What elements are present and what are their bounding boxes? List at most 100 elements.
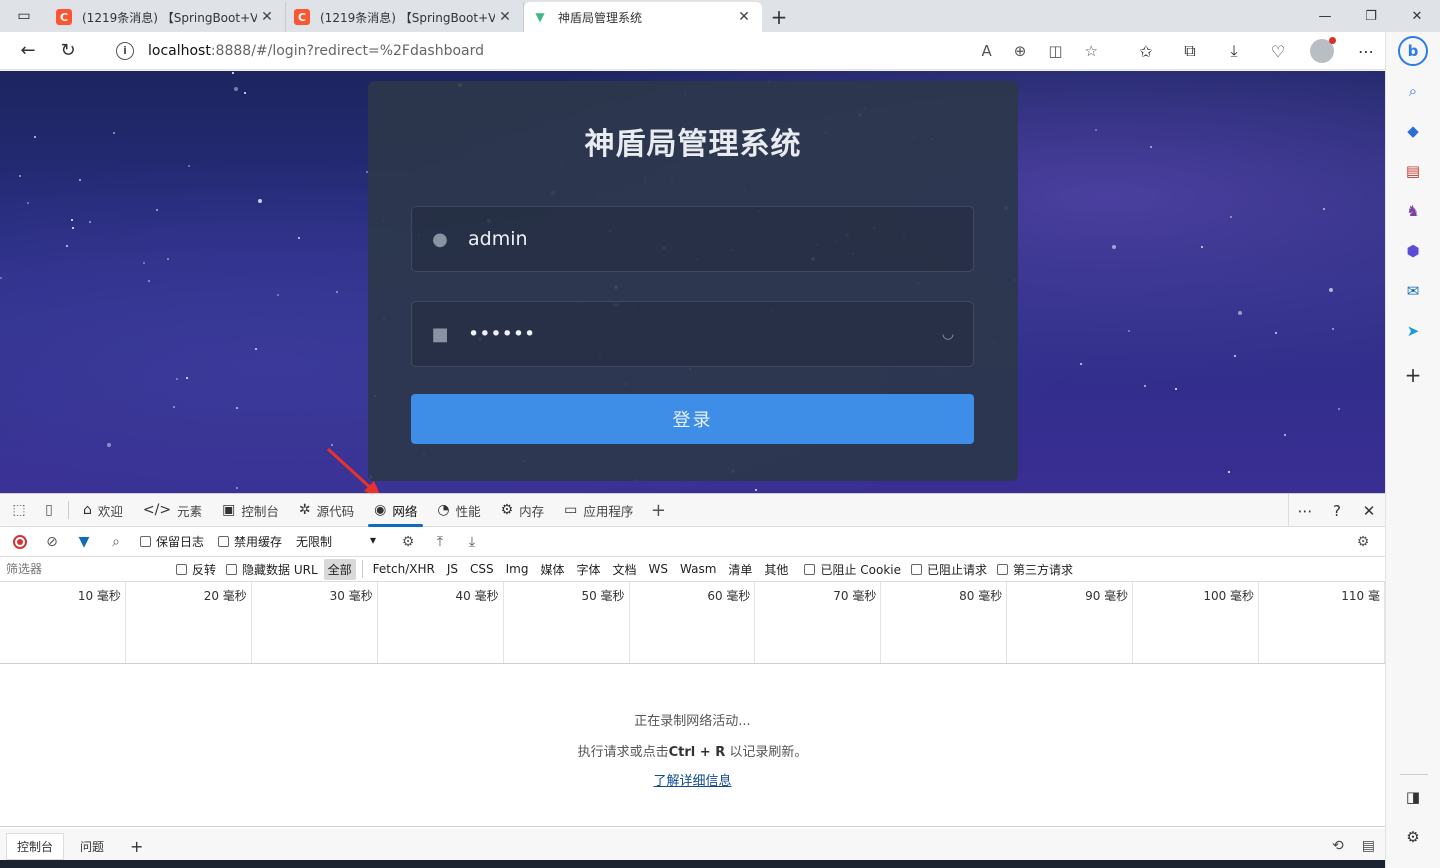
read-aloud-icon[interactable]: A <box>982 42 992 60</box>
username-field[interactable]: ● admin <box>411 206 974 272</box>
password-value[interactable]: •••••• <box>468 323 923 345</box>
refresh-button[interactable]: ↻ <box>48 35 88 67</box>
preserve-log-checkbox[interactable]: 保留日志 <box>140 533 204 550</box>
address-bar[interactable]: i localhost:8888/#/login?redirect=%2Fdas… <box>100 35 1110 66</box>
add-tool-icon[interactable]: + <box>643 500 673 521</box>
close-devtools-icon[interactable]: ✕ <box>1353 502 1385 520</box>
devtools-tab-network[interactable]: ◉ 网络 <box>364 494 427 527</box>
filter-icon[interactable]: ▼ <box>70 530 98 554</box>
drop-icon[interactable]: ➤ <box>1400 318 1426 344</box>
search-icon[interactable]: ⌕ <box>102 530 130 554</box>
browser-tab-3[interactable]: ▼ 神盾局管理系统 ✕ <box>524 2 762 32</box>
username-value[interactable]: admin <box>468 228 973 250</box>
clear-icon[interactable]: ⊘ <box>38 530 66 554</box>
close-tab-icon[interactable]: ✕ <box>495 9 515 25</box>
games-icon[interactable]: ♞ <box>1400 198 1426 224</box>
downloads-icon[interactable]: ⤓ <box>1212 41 1256 61</box>
site-info-icon[interactable]: i <box>116 41 134 60</box>
devtools-tab-sources[interactable]: ✲ 源代码 <box>289 494 364 527</box>
network-timeline-overview[interactable]: 10 毫秒 20 毫秒 30 毫秒 40 毫秒 50 毫秒 60 毫秒 70 毫秒 80 毫秒… <box>0 582 1385 664</box>
network-conditions-icon[interactable]: ⚙ <box>394 530 422 554</box>
devtools-tab-performance[interactable]: ◔ 性能 <box>427 494 490 527</box>
timeline-tick: 60 毫秒 <box>630 582 756 663</box>
filter-input[interactable] <box>0 556 170 582</box>
import-har-icon[interactable]: ⤒ <box>426 530 454 554</box>
performance-icon[interactable]: ♡ <box>1256 42 1300 61</box>
outlook-icon[interactable]: ✉ <box>1400 278 1426 304</box>
password-field[interactable]: ■ •••••• ◡ <box>411 301 974 367</box>
checkbox-box <box>804 563 816 575</box>
tab-actions-button[interactable]: ▭ <box>0 0 48 32</box>
devtools-tab-elements[interactable]: </> 元素 <box>133 494 212 527</box>
browser-tab-2[interactable]: C (1219条消息) 【SpringBoot+Vue ✕ <box>286 2 524 32</box>
toolbar-right: ✩ ⧉ ⤓ ♡ ⋯ <box>1124 32 1388 70</box>
invert-checkbox[interactable]: 反转 <box>176 561 216 578</box>
restore-icon[interactable]: ❐ <box>1348 0 1394 32</box>
device-emulation-icon[interactable]: ▯ <box>34 502 64 518</box>
help-icon[interactable]: ? <box>1321 502 1353 520</box>
devtools-tab-console[interactable]: ▣ 控制台 <box>212 494 289 527</box>
hide-data-urls-checkbox[interactable]: 隐藏数据 URL <box>226 561 318 578</box>
throttle-select[interactable]: 无限制 ▾ <box>296 533 376 550</box>
eye-closed-icon[interactable]: ◡ <box>923 326 973 342</box>
record-button[interactable] <box>6 530 34 554</box>
new-tab-button[interactable]: + <box>762 2 796 32</box>
filter-type-font[interactable]: 字体 <box>572 559 604 580</box>
network-settings-icon[interactable]: ⚙ <box>1349 530 1377 554</box>
filter-type-ws[interactable]: WS <box>645 560 672 578</box>
learn-more-link[interactable]: 了解详细信息 <box>0 770 1385 789</box>
close-tab-icon[interactable]: ✕ <box>734 9 754 25</box>
filter-type-img[interactable]: Img <box>502 560 533 578</box>
filter-type-js[interactable]: JS <box>443 560 462 578</box>
star <box>336 291 339 294</box>
add-sidebar-app-icon[interactable]: + <box>1400 362 1426 388</box>
login-button[interactable]: 登录 <box>411 394 974 444</box>
devtools-tabbar: ⬚ ▯ ⌂ 欢迎 </> 元素 ▣ 控制台 ✲ 源代码 ◉ 网络 ◔ 性能 ⚙ 内存 ▭ 应用程… <box>0 494 1385 527</box>
filter-type-fetch-xhr[interactable]: Fetch/XHR <box>369 560 439 578</box>
close-tab-icon[interactable]: ✕ <box>257 9 277 25</box>
dock-icon[interactable]: ▤ <box>1362 838 1375 854</box>
devtools-tab-application[interactable]: ▭ 应用程序 <box>554 494 643 527</box>
filter-type-manifest[interactable]: 清单 <box>724 559 756 580</box>
refresh-icon: ↻ <box>60 40 76 61</box>
sidebar-settings-icon[interactable]: ⚙ <box>1400 824 1426 850</box>
collections-icon[interactable]: ⧉ <box>1168 41 1212 61</box>
minimize-icon[interactable]: — <box>1302 0 1348 32</box>
shopping-tag-icon[interactable]: ◆ <box>1400 118 1426 144</box>
blocked-requests-checkbox[interactable]: 已阻止请求 <box>910 561 987 578</box>
close-window-icon[interactable]: ✕ <box>1394 0 1440 32</box>
office-icon[interactable]: ⬢ <box>1400 238 1426 264</box>
export-har-icon[interactable]: ⤓ <box>458 530 486 554</box>
tools-icon[interactable]: ▤ <box>1400 158 1426 184</box>
drawer-tab-console[interactable]: 控制台 <box>6 832 65 860</box>
favorites-icon[interactable]: ✩ <box>1124 42 1168 61</box>
star <box>148 280 151 283</box>
split-screen-icon[interactable]: ◫ <box>1048 42 1062 60</box>
profile-avatar[interactable] <box>1310 37 1336 63</box>
devtools-tab-welcome[interactable]: ⌂ 欢迎 <box>73 494 133 527</box>
inspect-element-icon[interactable]: ⬚ <box>4 502 34 518</box>
drawer-tab-issues[interactable]: 问题 <box>70 834 114 859</box>
hide-sidebar-icon[interactable]: ◨ <box>1400 784 1426 810</box>
zoom-icon[interactable]: ⊕ <box>1014 42 1027 60</box>
filter-type-css[interactable]: CSS <box>466 560 498 578</box>
filter-type-other[interactable]: 其他 <box>760 559 792 580</box>
bing-icon[interactable]: b <box>1398 36 1428 66</box>
more-menu-icon[interactable]: ⋯ <box>1344 42 1388 61</box>
blocked-cookies-checkbox[interactable]: 已阻止 Cookie <box>804 561 901 578</box>
back-button[interactable]: ← <box>8 35 48 67</box>
search-icon[interactable]: ⌕ <box>1400 78 1426 104</box>
filter-type-media[interactable]: 媒体 <box>536 559 568 580</box>
lock-icon: ■ <box>431 323 449 345</box>
add-drawer-tab-icon[interactable]: + <box>120 833 153 860</box>
filter-type-wasm[interactable]: Wasm <box>676 560 720 578</box>
browser-tab-1[interactable]: C (1219条消息) 【SpringBoot+Vue ✕ <box>48 2 286 32</box>
disable-cache-checkbox[interactable]: 禁用缓存 <box>218 533 282 550</box>
filter-type-all[interactable]: 全部 <box>323 558 356 580</box>
favorite-star-icon[interactable]: ☆ <box>1085 42 1098 60</box>
filter-type-doc[interactable]: 文档 <box>609 559 641 580</box>
more-tools-icon[interactable]: ⋯ <box>1289 502 1321 520</box>
third-party-checkbox[interactable]: 第三方请求 <box>997 561 1073 578</box>
devtools-tab-memory[interactable]: ⚙ 内存 <box>491 494 555 527</box>
sync-icon[interactable]: ⟲ <box>1332 838 1344 854</box>
